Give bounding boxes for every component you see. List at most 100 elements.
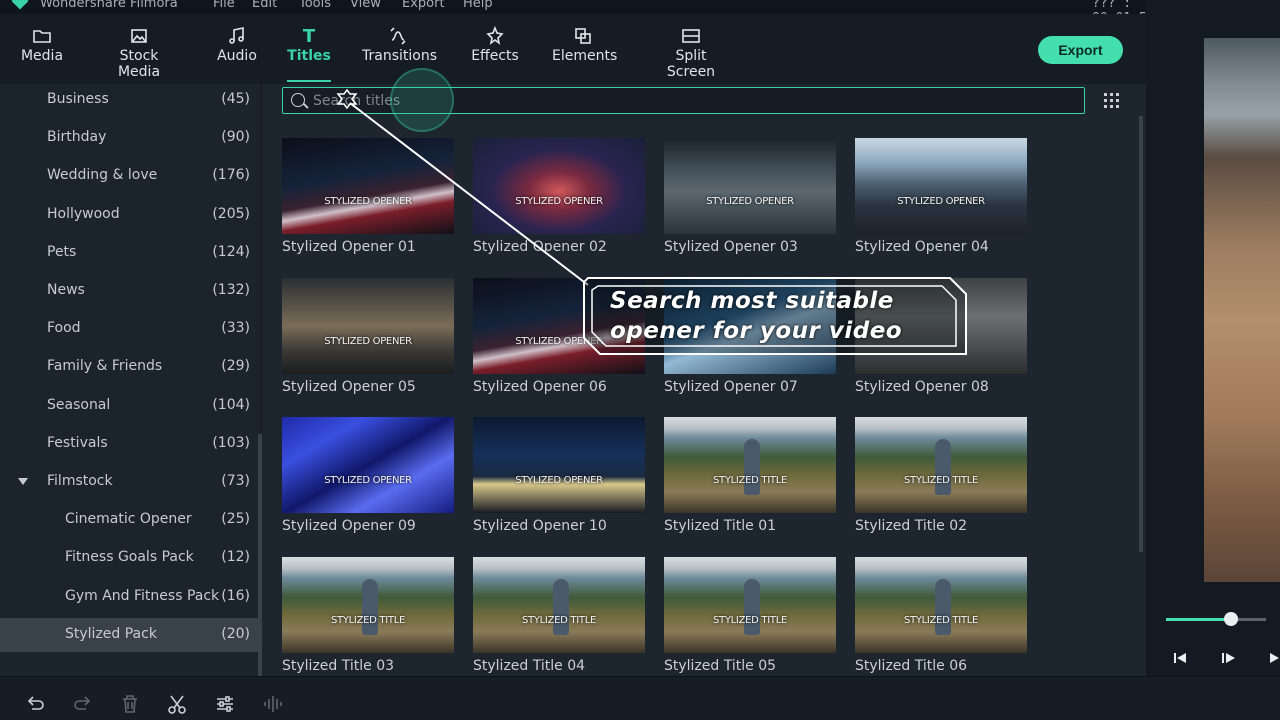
title-tile[interactable]: STYLIZED TITLE Stylized Title 04 xyxy=(473,556,645,677)
sidebar-item-news[interactable]: News (132) xyxy=(0,274,258,308)
cut-icon[interactable] xyxy=(166,693,188,715)
tab-media[interactable]: Media xyxy=(18,26,66,78)
title-thumbnail[interactable]: STYLIZED TITLE xyxy=(855,417,1027,513)
callout-line-1: Search most suitable xyxy=(610,288,894,314)
title-thumbnail[interactable]: STYLIZED TITLE xyxy=(664,417,836,513)
sidebar-item-business[interactable]: Business (45) xyxy=(0,83,258,117)
sidebar-item-label: Seasonal xyxy=(47,396,111,413)
title-tile[interactable]: STYLIZED OPENER Stylized Opener 05 xyxy=(282,277,454,398)
title-tile[interactable]: STYLIZED OPENER Stylized Opener 01 xyxy=(282,138,454,258)
grid-view-icon[interactable] xyxy=(1104,93,1120,109)
library-scrollbar[interactable] xyxy=(1139,116,1143,552)
sidebar-item-pets[interactable]: Pets (124) xyxy=(0,236,258,270)
preview-panel xyxy=(1146,0,1280,676)
sidebar-item-count: (90) xyxy=(221,129,250,146)
tab-audio[interactable]: Audio xyxy=(214,26,260,78)
title-tile[interactable]: STYLIZED TITLE Stylized Title 03 xyxy=(282,556,454,677)
sidebar-item-count: (29) xyxy=(221,358,250,375)
tab-elements[interactable]: Elements xyxy=(552,26,617,78)
title-thumbnail[interactable]: STYLIZED TITLE xyxy=(855,556,1027,653)
sidebar-item-stylized-pack[interactable]: Stylized Pack (20) xyxy=(0,617,258,652)
title-name: Stylized Opener 05 xyxy=(282,378,416,395)
sidebar-item-label: Pets xyxy=(47,243,77,260)
menu-tools[interactable]: Tools xyxy=(299,0,331,11)
title-tile[interactable]: STYLIZED OPENER Stylized Opener 02 xyxy=(473,138,645,258)
person-figure xyxy=(744,578,760,635)
title-thumbnail[interactable]: STYLIZED OPENER xyxy=(473,417,645,513)
title-tile[interactable]: STYLIZED OPENER Stylized Opener 04 xyxy=(855,138,1027,258)
transitions-icon xyxy=(362,26,434,48)
title-tile[interactable]: STYLIZED OPENER Stylized Opener 10 xyxy=(473,417,645,537)
timecode: ??? : 00:01:54:20 xyxy=(1092,0,1146,14)
expand-triangle-icon[interactable] xyxy=(18,478,28,485)
sidebar-item-label: Food xyxy=(47,320,81,337)
menu-export[interactable]: Export xyxy=(402,0,445,11)
title-tile[interactable]: STYLIZED OPENER Stylized Opener 09 xyxy=(282,417,454,537)
title-thumbnail[interactable]: STYLIZED OPENER xyxy=(282,138,454,234)
tab-stock-media[interactable]: Stock Media xyxy=(98,26,180,80)
sidebar-item-label: Fitness Goals Pack xyxy=(65,549,194,566)
menu-file[interactable]: File xyxy=(213,0,235,11)
tutorial-callout: Search most suitable opener for your vid… xyxy=(580,274,970,360)
volume-knob[interactable] xyxy=(1224,612,1238,626)
sidebar-item-count: (45) xyxy=(221,91,250,107)
sidebar-item-gym-and-fitness-pack[interactable]: Gym And Fitness Pack (16) xyxy=(0,580,258,614)
title-thumbnail[interactable]: STYLIZED OPENER xyxy=(282,277,454,374)
title-thumbnail[interactable]: STYLIZED TITLE xyxy=(282,556,454,653)
title-thumbnail[interactable]: STYLIZED OPENER xyxy=(473,138,645,234)
title-thumbnail[interactable]: STYLIZED TITLE xyxy=(664,556,836,653)
person-figure xyxy=(744,439,760,495)
filmora-window: Wondershare Filmora File Edit Tools View… xyxy=(0,0,1280,720)
audio-wave-icon[interactable] xyxy=(262,693,284,715)
title-tile[interactable]: STYLIZED OPENER Stylized Opener 03 xyxy=(664,138,836,258)
menu-view[interactable]: View xyxy=(350,0,381,11)
redo-icon[interactable] xyxy=(72,693,94,715)
step-forward-icon[interactable] xyxy=(1268,650,1280,666)
tab-titles[interactable]: T Titles xyxy=(287,26,331,82)
title-thumbnail[interactable]: STYLIZED OPENER xyxy=(282,417,454,513)
export-button[interactable]: Export xyxy=(1038,36,1123,64)
tab-split-screen[interactable]: Split Screen xyxy=(650,26,732,80)
step-back-icon[interactable] xyxy=(1172,650,1188,666)
title-bar: Wondershare Filmora File Edit Tools View… xyxy=(0,0,1146,14)
play-icon[interactable] xyxy=(1220,650,1236,666)
sidebar-item-cinematic-opener[interactable]: Cinematic Opener (25) xyxy=(0,503,258,537)
sidebar-item-festivals[interactable]: Festivals (103) xyxy=(0,427,258,461)
sidebar-item-food[interactable]: Food (33) xyxy=(0,312,258,346)
sidebar-item-filmstock[interactable]: Filmstock (73) xyxy=(0,465,258,499)
sidebar-item-birthday[interactable]: Birthday (90) xyxy=(0,121,258,155)
sidebar-item-label: Filmstock xyxy=(47,473,113,489)
volume-fill xyxy=(1166,618,1231,621)
sidebar-item-hollywood[interactable]: Hollywood (205) xyxy=(0,198,258,232)
undo-icon[interactable] xyxy=(24,693,46,715)
preview-video xyxy=(1204,38,1280,582)
folder-icon xyxy=(18,26,66,48)
thumbnail-caption: STYLIZED OPENER xyxy=(515,475,603,486)
title-tile[interactable]: STYLIZED TITLE Stylized Title 02 xyxy=(855,417,1027,537)
title-tile[interactable]: STYLIZED TITLE Stylized Title 05 xyxy=(664,556,836,677)
menu-help[interactable]: Help xyxy=(463,0,493,11)
title-tile[interactable]: STYLIZED TITLE Stylized Title 01 xyxy=(664,417,836,537)
sidebar-item-wedding-love[interactable]: Wedding & love (176) xyxy=(0,159,258,193)
sidebar-item-seasonal[interactable]: Seasonal (104) xyxy=(0,389,258,423)
menu-edit[interactable]: Edit xyxy=(252,0,277,11)
thumbnail-caption: STYLIZED OPENER xyxy=(706,196,794,207)
thumbnail-caption: STYLIZED TITLE xyxy=(904,614,978,626)
tab-effects[interactable]: Effects xyxy=(470,25,520,78)
title-thumbnail[interactable]: STYLIZED OPENER xyxy=(664,138,836,234)
app-title: Wondershare Filmora xyxy=(40,0,178,11)
title-tile[interactable]: STYLIZED TITLE Stylized Title 06 xyxy=(855,556,1027,677)
title-thumbnail[interactable]: STYLIZED OPENER xyxy=(855,138,1027,234)
volume-slider[interactable] xyxy=(1166,612,1266,626)
adjust-icon[interactable] xyxy=(214,693,236,715)
delete-icon[interactable] xyxy=(119,693,141,715)
title-thumbnail[interactable]: STYLIZED TITLE xyxy=(473,556,645,653)
title-name: Stylized Opener 07 xyxy=(664,378,798,395)
sidebar-item-fitness-goals-pack[interactable]: Fitness Goals Pack (12) xyxy=(0,541,258,575)
thumbnail-caption: STYLIZED TITLE xyxy=(713,475,787,486)
sidebar-item-label: Family & Friends xyxy=(47,358,163,375)
sidebar-item-label: Festivals xyxy=(47,434,108,451)
thumbnail-caption: STYLIZED TITLE xyxy=(522,614,596,626)
thumbnail-caption: STYLIZED TITLE xyxy=(713,614,787,626)
sidebar-item-family-friends[interactable]: Family & Friends (29) xyxy=(0,350,258,384)
